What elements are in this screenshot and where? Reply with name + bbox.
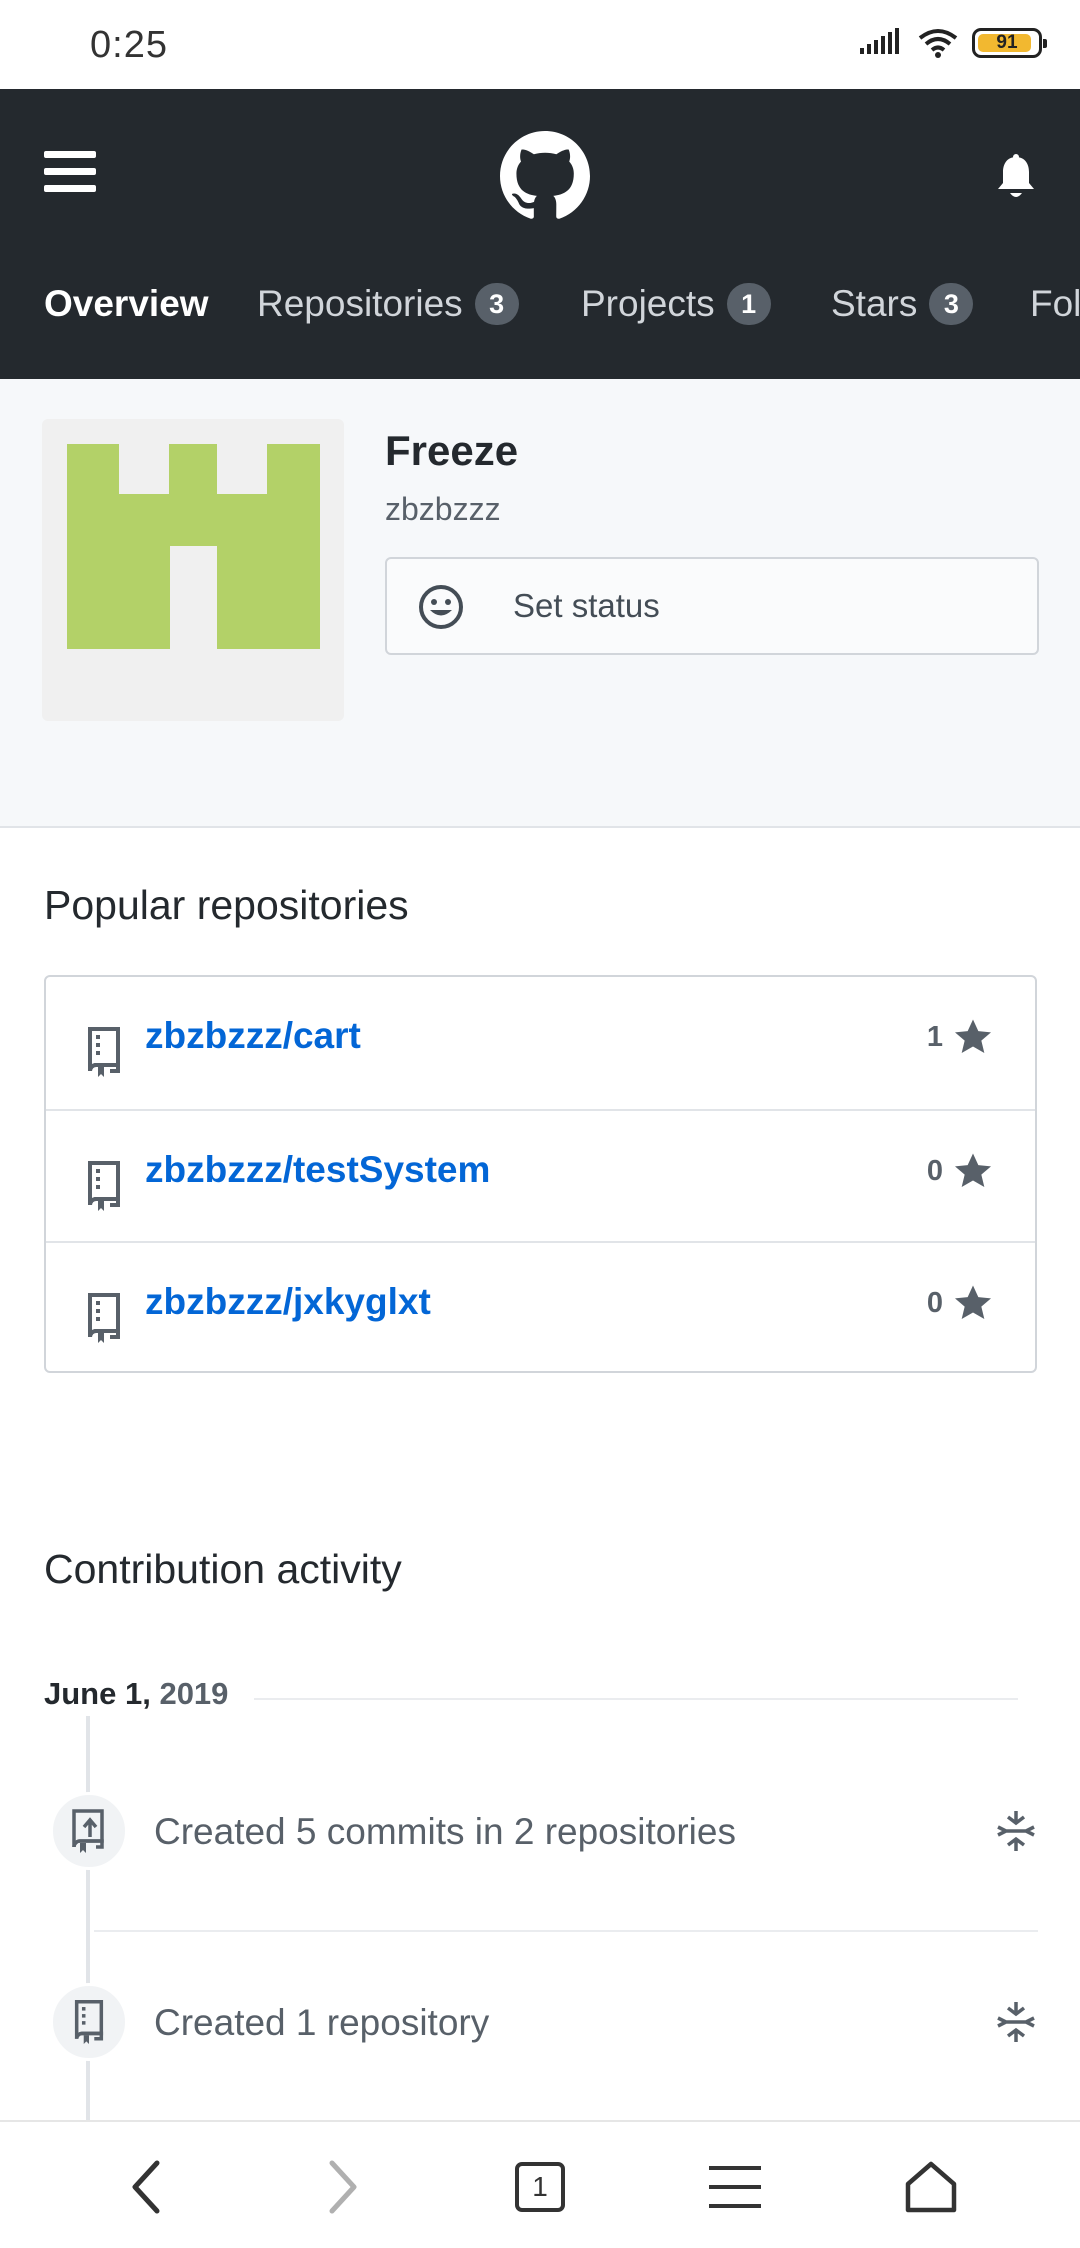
back-icon bbox=[132, 2160, 160, 2214]
profile-name: Freeze bbox=[385, 427, 519, 474]
fold-icon[interactable] bbox=[994, 2000, 1038, 2044]
tab-projects-label: Projects bbox=[581, 283, 715, 324]
repo-icon bbox=[88, 1161, 120, 1211]
tab-repositories-count: 3 bbox=[474, 283, 519, 325]
activity-date-day: June 1, bbox=[44, 1676, 151, 1711]
github-logo-icon[interactable] bbox=[500, 131, 590, 221]
tab-overview-label: Overview bbox=[44, 283, 209, 324]
repo-stars: 0 bbox=[927, 1151, 993, 1191]
app-header: Overview Repositories 3 Projects 1 Stars… bbox=[0, 89, 1080, 379]
home-button[interactable] bbox=[896, 2152, 966, 2222]
repo-link[interactable]: zbzbzzz/cart bbox=[145, 1015, 361, 1057]
star-icon bbox=[955, 1153, 991, 1187]
home-icon bbox=[905, 2161, 957, 2213]
status-time: 0:25 bbox=[90, 24, 168, 66]
set-status-button[interactable]: Set status bbox=[385, 557, 1039, 655]
repo-stars: 1 bbox=[927, 1017, 993, 1057]
repo-icon bbox=[74, 2000, 104, 2044]
star-count: 1 bbox=[926, 1020, 943, 1053]
date-divider bbox=[254, 1698, 1018, 1700]
activity-date-year: 2019 bbox=[159, 1676, 229, 1711]
forward-button[interactable] bbox=[307, 2152, 377, 2222]
smiley-icon bbox=[419, 585, 463, 629]
menu-icon[interactable] bbox=[44, 151, 96, 193]
forward-icon bbox=[329, 2160, 357, 2214]
tab-repositories-label: Repositories bbox=[257, 283, 463, 324]
tabs-button[interactable]: 1 bbox=[505, 2152, 575, 2222]
bell-icon[interactable] bbox=[994, 153, 1038, 201]
tabs-icon: 1 bbox=[515, 2162, 565, 2212]
back-button[interactable] bbox=[112, 2152, 182, 2222]
status-bar: 0:25 91 bbox=[0, 0, 1080, 89]
activity-item-repository[interactable]: Created 1 repository bbox=[44, 1968, 1038, 2078]
browser-menu-button[interactable] bbox=[700, 2152, 770, 2222]
tab-count: 1 bbox=[532, 2171, 548, 2202]
fold-icon[interactable] bbox=[994, 1809, 1038, 1853]
tab-followers-label: Fol bbox=[1030, 283, 1080, 324]
profile-login: zbzbzzz bbox=[385, 491, 501, 527]
star-count: 0 bbox=[926, 1286, 943, 1319]
activity-item-commits[interactable]: Created 5 commits in 2 repositories bbox=[44, 1777, 1038, 1887]
signal-icon bbox=[860, 28, 899, 54]
avatar[interactable] bbox=[42, 419, 344, 721]
identicon-avatar bbox=[67, 444, 320, 649]
list-item[interactable]: zbzbzzz/testSystem 0 bbox=[46, 1109, 1035, 1241]
battery-icon: 91 bbox=[972, 28, 1047, 58]
activity-badge bbox=[50, 1983, 128, 2061]
profile-card: Freeze zbzbzzz Set status bbox=[0, 379, 1080, 828]
profile-tabs: Overview Repositories 3 Projects 1 Stars… bbox=[0, 269, 1080, 339]
repo-link[interactable]: zbzbzzz/testSystem bbox=[145, 1149, 490, 1191]
tab-stars-count: 3 bbox=[929, 283, 974, 325]
popular-repositories-title: Popular repositories bbox=[44, 882, 409, 928]
activity-badge bbox=[50, 1792, 128, 1870]
list-item[interactable]: zbzbzzz/cart 1 bbox=[46, 977, 1035, 1109]
activity-date: June 1, 2019 bbox=[44, 1676, 247, 1712]
wifi-icon bbox=[918, 29, 958, 58]
activity-date-header: June 1, 2019 bbox=[44, 1676, 1018, 1716]
activity-divider bbox=[94, 1930, 1038, 1932]
tab-projects[interactable]: Projects 1 bbox=[581, 269, 771, 339]
star-icon bbox=[955, 1019, 991, 1053]
repo-stars: 0 bbox=[927, 1283, 993, 1323]
tab-projects-count: 1 bbox=[726, 283, 771, 325]
repo-icon bbox=[88, 1293, 120, 1343]
tab-overview[interactable]: Overview bbox=[44, 269, 209, 339]
repo-push-icon bbox=[72, 1809, 104, 1853]
activity-text: Created 5 commits in 2 repositories bbox=[154, 1811, 736, 1852]
popular-repo-list: zbzbzzz/cart 1 zbzbzzz/testSystem 0 zbzb… bbox=[44, 975, 1037, 1373]
tab-stars-label: Stars bbox=[831, 283, 918, 324]
star-icon bbox=[955, 1285, 991, 1319]
tab-stars[interactable]: Stars 3 bbox=[831, 269, 974, 339]
battery-percent: 91 bbox=[996, 32, 1018, 53]
contribution-activity-title: Contribution activity bbox=[44, 1546, 402, 1592]
repo-link[interactable]: zbzbzzz/jxkyglxt bbox=[145, 1281, 431, 1323]
status-icons: 91 bbox=[860, 28, 1047, 58]
star-count: 0 bbox=[926, 1154, 943, 1187]
list-item[interactable]: zbzbzzz/jxkyglxt 0 bbox=[46, 1241, 1035, 1373]
repo-icon bbox=[88, 1027, 120, 1077]
browser-bottom-bar: 1 bbox=[0, 2120, 1080, 2248]
menu-icon bbox=[709, 2166, 761, 2208]
set-status-label: Set status bbox=[513, 587, 660, 624]
activity-text: Created 1 repository bbox=[154, 2002, 490, 2043]
tab-repositories[interactable]: Repositories 3 bbox=[257, 269, 519, 339]
tab-followers[interactable]: Fol bbox=[1030, 269, 1080, 339]
